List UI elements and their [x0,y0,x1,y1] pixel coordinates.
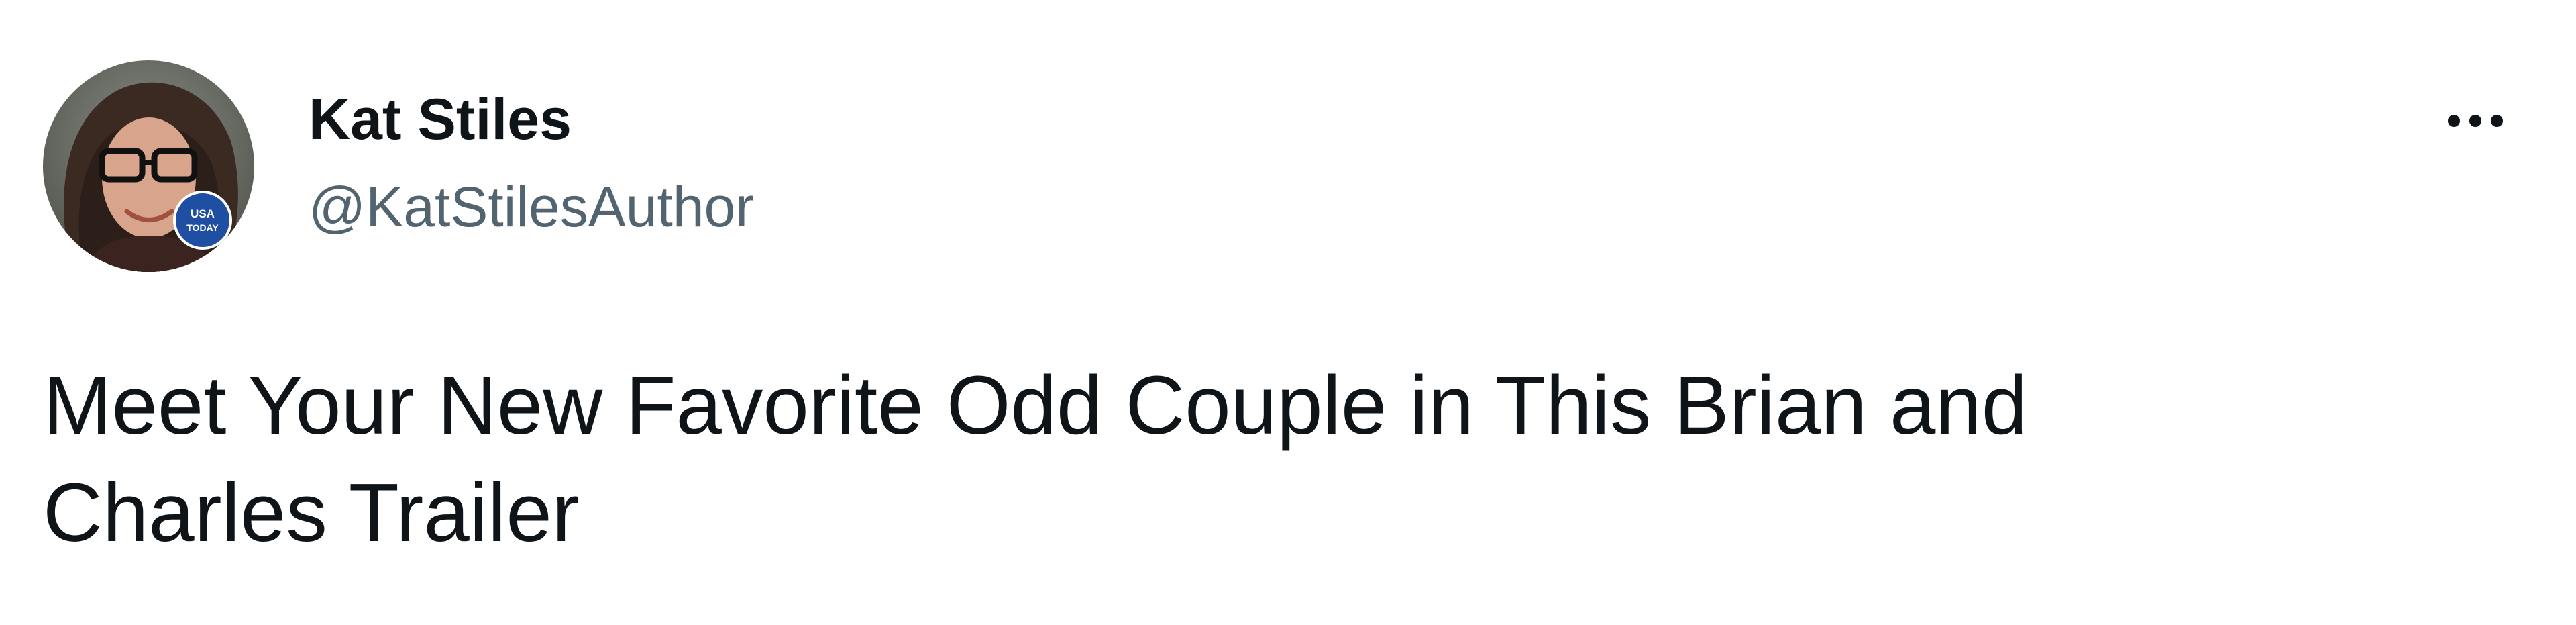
tweet-text-line: Charles Trailer [43,467,580,559]
svg-text:USA: USA [191,207,215,220]
author-avatar[interactable]: USA TODAY [43,60,254,272]
avatar-image: USA TODAY [43,60,254,272]
tweet-text: Meet Your New Favorite Odd Couple in Thi… [43,352,2525,567]
more-options-button[interactable] [2428,87,2522,154]
more-horizontal-icon [2448,115,2503,127]
author-handle[interactable]: @KatStilesAuthor [309,173,754,240]
tweet-card[interactable]: USA TODAY Kat Stiles @KatStilesAuthor Me… [0,0,2576,625]
author-display-name[interactable]: Kat Stiles [309,86,572,153]
svg-text:TODAY: TODAY [186,222,219,233]
tweet-text-line: Meet Your New Favorite Odd Couple in Thi… [43,360,2028,452]
